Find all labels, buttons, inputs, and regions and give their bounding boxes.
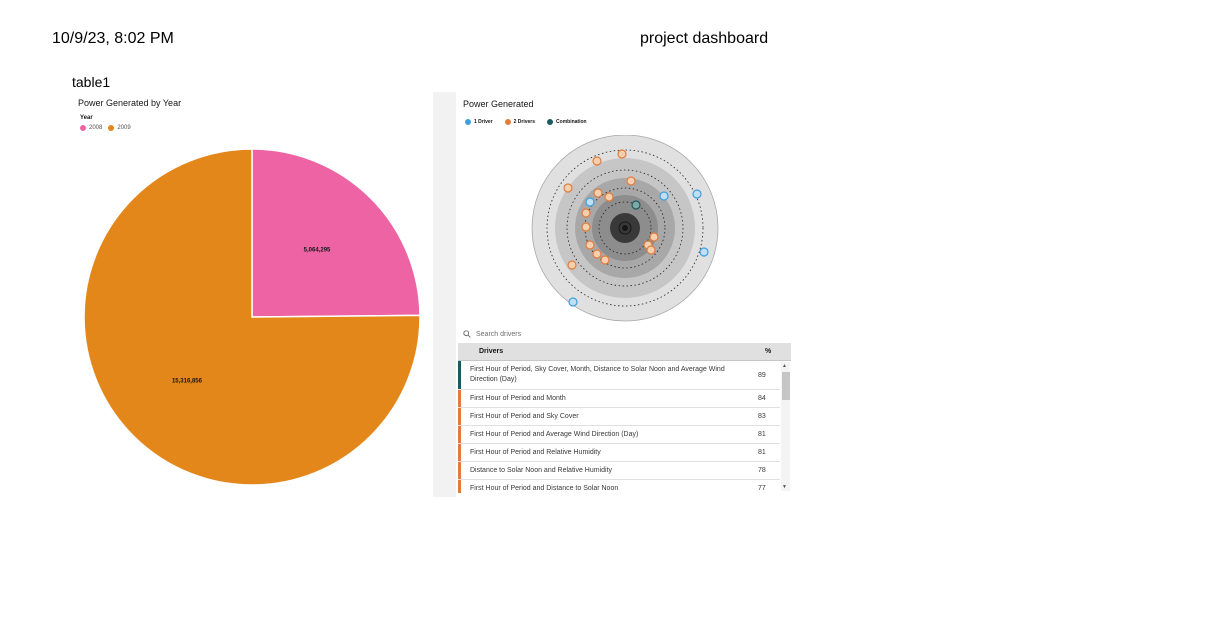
driver-node-1-driver[interactable] (659, 191, 669, 201)
drivers-table: Drivers % First Hour of Period, Sky Cove… (458, 343, 791, 493)
table-row[interactable]: Distance to Solar Noon and Relative Humi… (458, 462, 780, 480)
pie-data-label: 15,316,856 (172, 379, 203, 385)
driver-node-2-drivers[interactable] (592, 249, 602, 259)
legend-label: 2009 (117, 125, 131, 131)
table-row[interactable]: First Hour of Period and Sky Cover 83 (458, 408, 780, 426)
page-title: project dashboard (640, 30, 769, 47)
driver-label: First Hour of Period and Sky Cover (470, 412, 579, 420)
legend-swatch (547, 119, 554, 125)
driver-percent: 83 (758, 413, 766, 420)
driver-percent: 81 (758, 431, 766, 438)
driver-label: First Hour of Period and Distance to Sol… (470, 484, 619, 492)
legend-label: 1 Driver (474, 119, 493, 125)
driver-label: First Hour of Period and Average Wind Di… (470, 430, 639, 438)
driver-label: First Hour of Period and Month (470, 394, 566, 402)
driver-type-marker (458, 462, 461, 479)
driver-type-marker (458, 444, 461, 461)
table-row[interactable]: First Hour of Period and Distance to Sol… (458, 480, 780, 493)
pie-legend-title: Year (80, 115, 93, 121)
driver-percent: 77 (758, 485, 766, 492)
panel-divider (433, 92, 456, 497)
driver-node-2-drivers[interactable] (563, 183, 573, 193)
driver-node-1-driver[interactable] (568, 297, 578, 307)
legend-swatch (465, 119, 471, 125)
legend-swatch (504, 119, 511, 125)
driver-node-2-drivers[interactable] (626, 176, 636, 186)
drivers-spiral-chart (531, 135, 719, 322)
column-header-drivers[interactable]: Drivers (458, 348, 765, 355)
driver-node-2-drivers[interactable] (600, 255, 610, 265)
tab-label: table1 (72, 74, 111, 90)
driver-node-2-drivers[interactable] (646, 245, 656, 255)
driver-node-2-drivers[interactable] (617, 149, 627, 159)
search-drivers[interactable]: Search drivers (463, 328, 788, 340)
legend-label: Combination (556, 119, 587, 125)
driver-type-marker (458, 361, 461, 389)
pie-slice-2008[interactable] (251, 148, 421, 318)
driver-node-1-driver[interactable] (692, 189, 702, 199)
search-icon (463, 330, 471, 338)
table-scrollbar[interactable]: ▲ ▼ (781, 362, 790, 491)
table-header: Drivers % (458, 343, 791, 361)
driver-percent: 89 (758, 371, 766, 379)
pie-chart-title: Power Generated by Year (78, 98, 182, 108)
scroll-up-icon[interactable]: ▲ (782, 363, 787, 369)
driver-node-2-drivers[interactable] (604, 192, 614, 202)
pie-legend: 2008 2009 (80, 125, 131, 131)
legend-item-2-drivers[interactable]: 2 Drivers (504, 119, 536, 125)
scroll-thumb[interactable] (782, 372, 790, 400)
table-row[interactable]: First Hour of Period and Average Wind Di… (458, 426, 780, 444)
legend-item-combination[interactable]: Combination (547, 119, 587, 125)
driver-type-marker (458, 426, 461, 443)
column-header-percent[interactable]: % (765, 348, 791, 355)
legend-item-1-driver[interactable]: 1 Driver (465, 119, 493, 125)
pie-chart: 5,064,295 15,316,856 (83, 148, 421, 486)
driver-node-combination[interactable] (631, 200, 641, 210)
driver-node-2-drivers[interactable] (585, 240, 595, 250)
legend-item-2008[interactable]: 2008 (80, 125, 102, 131)
legend-label: 2 Drivers (513, 119, 536, 125)
driver-type-marker (458, 390, 461, 407)
driver-node-2-drivers[interactable] (581, 222, 591, 232)
driver-node-2-drivers[interactable] (649, 232, 659, 242)
driver-label: Distance to Solar Noon and Relative Humi… (470, 466, 613, 474)
search-placeholder: Search drivers (476, 330, 522, 338)
print-date: 10/9/23, 8:02 PM (52, 30, 174, 47)
table-row[interactable]: First Hour of Period and Relative Humidi… (458, 444, 780, 462)
driver-node-2-drivers[interactable] (593, 188, 603, 198)
driver-node-1-driver[interactable] (585, 197, 595, 207)
driver-type-marker (458, 408, 461, 425)
pie-data-label: 5,064,295 (304, 247, 331, 253)
driver-node-1-driver[interactable] (699, 247, 709, 257)
driver-node-2-drivers[interactable] (567, 260, 577, 270)
driver-label: First Hour of Period, Sky Cover, Month, … (470, 366, 725, 383)
driver-node-2-drivers[interactable] (581, 208, 591, 218)
legend-swatch (80, 125, 86, 131)
driver-label: First Hour of Period and Relative Humidi… (470, 448, 601, 456)
driver-percent: 78 (758, 467, 766, 474)
drivers-legend: 1 Driver 2 Drivers Combination (465, 119, 587, 125)
scroll-down-icon[interactable]: ▼ (782, 484, 787, 490)
table-row[interactable]: First Hour of Period and Month 84 (458, 390, 780, 408)
table-row[interactable]: First Hour of Period, Sky Cover, Month, … (458, 361, 780, 390)
legend-label: 2008 (89, 125, 103, 131)
legend-swatch (108, 125, 115, 131)
drivers-title: Power Generated (463, 99, 534, 109)
driver-type-marker (458, 480, 461, 493)
driver-percent: 81 (758, 449, 766, 456)
driver-node-2-drivers[interactable] (592, 156, 602, 166)
legend-item-2009[interactable]: 2009 (108, 125, 131, 131)
driver-percent: 84 (758, 395, 766, 402)
